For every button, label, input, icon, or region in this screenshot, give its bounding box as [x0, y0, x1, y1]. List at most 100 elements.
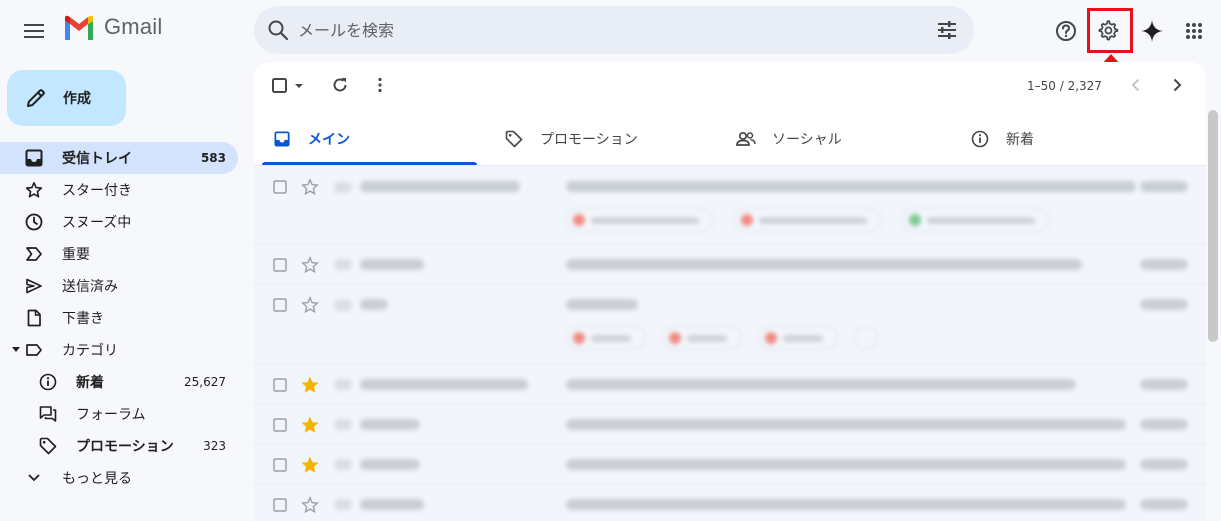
- checkbox-dropdown-icon: [272, 78, 303, 93]
- category-tabs: メイン プロモーション ソーシャル 新着: [254, 112, 1206, 166]
- compose-button[interactable]: 作成: [7, 70, 126, 126]
- chevron-left-icon: [1131, 78, 1140, 92]
- sidebar-item-sent[interactable]: 送信済み: [0, 270, 238, 302]
- search-options-icon[interactable]: [936, 19, 958, 41]
- search-bar[interactable]: [254, 6, 974, 54]
- sidebar-item-forums[interactable]: フォーラム: [0, 398, 238, 430]
- email-row[interactable]: [254, 364, 1206, 404]
- sidebar-item-promotions[interactable]: プロモーション 323: [0, 430, 238, 462]
- row-checkbox-icon[interactable]: [273, 298, 287, 312]
- tab-label: 新着: [1006, 132, 1034, 148]
- search-input[interactable]: [298, 18, 898, 42]
- chevron-right-icon: [1173, 78, 1182, 92]
- sidebar-item-important[interactable]: 重要: [0, 238, 238, 270]
- star-outline-icon[interactable]: [301, 256, 319, 274]
- tab-updates[interactable]: 新着: [970, 112, 1034, 166]
- sidebar-item-snoozed[interactable]: スヌーズ中: [0, 206, 238, 238]
- subject-snippet-text: [566, 379, 1076, 390]
- email-row[interactable]: [254, 444, 1206, 484]
- tab-label: プロモーション: [540, 132, 638, 148]
- sidebar-item-label: フォーラム: [76, 407, 146, 423]
- tag-icon: [505, 130, 523, 148]
- star-outline-icon[interactable]: [301, 496, 319, 514]
- apps-grid-icon: [1186, 23, 1202, 39]
- search-icon[interactable]: [266, 18, 290, 42]
- sidebar-item-inbox[interactable]: 受信トレイ 583: [0, 142, 238, 174]
- caret-down-icon[interactable]: [12, 347, 20, 353]
- row-checkbox-icon[interactable]: [273, 418, 287, 432]
- important-icon: [26, 247, 42, 261]
- active-tab-indicator: [262, 162, 477, 165]
- email-row[interactable]: [254, 284, 1206, 364]
- sidebar-item-label: 受信トレイ: [62, 151, 132, 167]
- email-row[interactable]: [254, 244, 1206, 284]
- sender-text: [360, 299, 388, 310]
- tab-social[interactable]: ソーシャル: [736, 112, 842, 166]
- main-menu-button[interactable]: [18, 15, 50, 47]
- select-all-checkbox[interactable]: [272, 78, 306, 94]
- attachment-chip[interactable]: [734, 208, 882, 232]
- sidebar-item-more[interactable]: もっと見る: [0, 462, 238, 494]
- row-checkbox-icon[interactable]: [273, 498, 287, 512]
- attachment-chip[interactable]: [662, 326, 742, 350]
- unread-count: 25,627: [184, 375, 226, 389]
- attachment-chip[interactable]: [758, 326, 838, 350]
- sidebar-item-label: スター付き: [62, 183, 132, 199]
- pencil-icon: [27, 89, 45, 107]
- top-bar: Gmail: [0, 0, 1221, 62]
- attachment-chip[interactable]: [566, 208, 714, 232]
- importance-marker: [334, 300, 352, 311]
- list-scrollbar[interactable]: [1208, 110, 1218, 342]
- email-row[interactable]: [254, 404, 1206, 444]
- row-checkbox-icon[interactable]: [273, 378, 287, 392]
- attachment-chip[interactable]: [566, 326, 646, 350]
- sidebar-item-updates[interactable]: 新着 25,627: [0, 366, 238, 398]
- tab-promotions[interactable]: プロモーション: [504, 112, 638, 166]
- newer-page-button[interactable]: [1127, 76, 1145, 94]
- star-filled-icon[interactable]: [301, 376, 319, 394]
- tab-label: ソーシャル: [772, 132, 842, 148]
- row-checkbox-icon[interactable]: [273, 180, 287, 194]
- row-checkbox-icon[interactable]: [273, 258, 287, 272]
- email-row[interactable]: [254, 484, 1206, 521]
- sidebar-item-categories[interactable]: カテゴリ: [0, 334, 238, 366]
- star-outline-icon[interactable]: [301, 296, 319, 314]
- date-text: [1140, 419, 1188, 430]
- star-filled-icon[interactable]: [301, 416, 319, 434]
- date-text: [1140, 259, 1188, 270]
- refresh-button[interactable]: [331, 76, 349, 94]
- subject-snippet-text: [566, 259, 1082, 270]
- subject-snippet-text: [566, 459, 1126, 470]
- unread-count: 323: [203, 439, 226, 453]
- email-row[interactable]: [254, 166, 1206, 244]
- row-checkbox-icon[interactable]: [273, 458, 287, 472]
- label-icon: [26, 344, 42, 356]
- older-page-button[interactable]: [1168, 76, 1186, 94]
- date-text: [1140, 459, 1188, 470]
- sidebar-item-drafts[interactable]: 下書き: [0, 302, 238, 334]
- more-actions-button[interactable]: [371, 76, 389, 94]
- gmail-logo[interactable]: Gmail: [62, 14, 162, 40]
- google-apps-button[interactable]: [1178, 15, 1210, 47]
- send-icon: [26, 278, 42, 294]
- sender-text: [360, 181, 520, 192]
- attachment-chip[interactable]: [902, 208, 1050, 232]
- sidebar-item-label: 新着: [76, 375, 104, 391]
- more-attachments-chip[interactable]: [854, 326, 878, 350]
- sidebar-item-starred[interactable]: スター付き: [0, 174, 238, 206]
- importance-marker: [334, 419, 352, 430]
- date-text: [1140, 181, 1188, 192]
- subject-snippet-text: [566, 299, 638, 310]
- forum-icon: [39, 406, 57, 422]
- gemini-button[interactable]: [1136, 15, 1168, 47]
- importance-marker: [334, 379, 352, 390]
- star-filled-icon[interactable]: [301, 456, 319, 474]
- unread-count: 583: [200, 151, 226, 165]
- sidebar-item-label: 下書き: [62, 311, 104, 327]
- star-outline-icon[interactable]: [301, 178, 319, 196]
- support-button[interactable]: [1050, 15, 1082, 47]
- sidebar-item-label: カテゴリ: [62, 343, 118, 359]
- help-icon: [1056, 21, 1076, 41]
- tab-primary[interactable]: メイン: [272, 112, 350, 166]
- gmail-m-icon: [65, 15, 93, 40]
